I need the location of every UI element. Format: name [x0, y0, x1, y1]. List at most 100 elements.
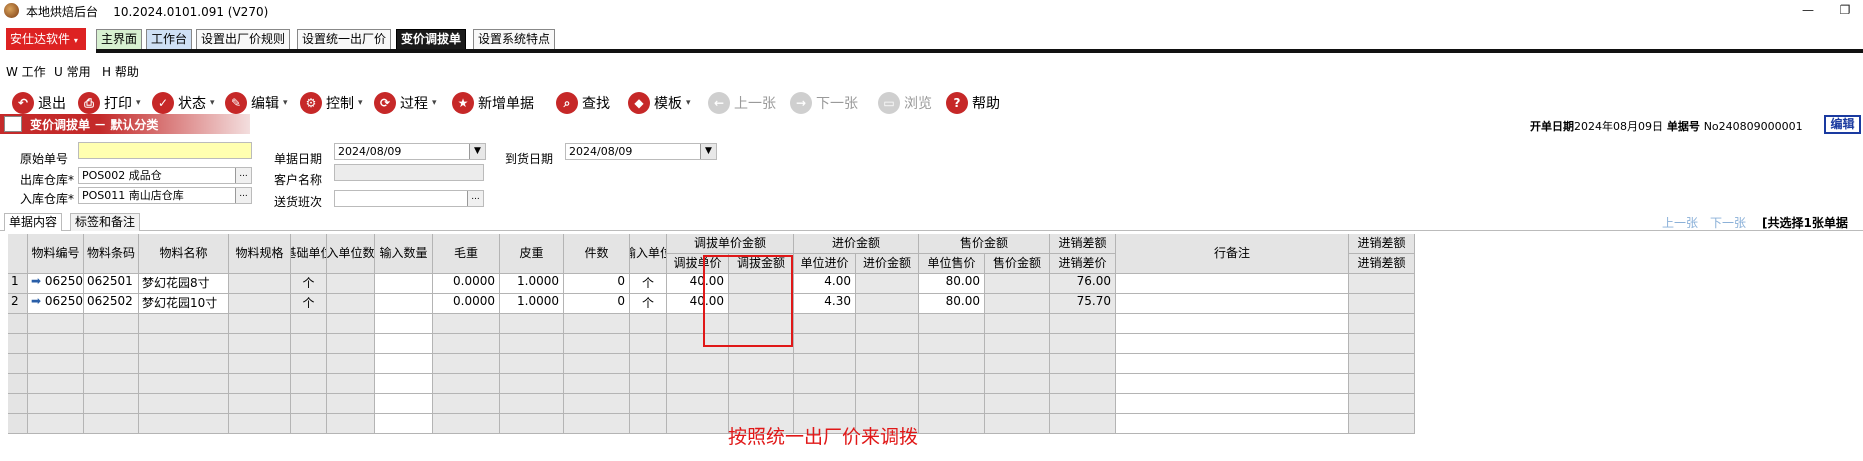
grid-cell-tare[interactable]	[500, 394, 564, 414]
toolbar-button-10[interactable]: → 下一张	[790, 90, 858, 116]
grid-cell-s_amount[interactable]	[985, 374, 1050, 394]
toolbar-button-6[interactable]: ★ 新增单据	[452, 90, 534, 116]
grid-cell-name[interactable]: 梦幻花园8寸	[139, 274, 229, 294]
grid-cell-p_amount[interactable]	[856, 394, 919, 414]
grid-cell-s_price[interactable]	[919, 374, 985, 394]
goto-arrow-icon[interactable]: ➡	[31, 274, 45, 288]
grid-cell-base_unit[interactable]	[291, 394, 327, 414]
grid-cell-gross[interactable]	[433, 374, 500, 394]
grid-cell-p_amount[interactable]	[856, 374, 919, 394]
grid-cell-in_unit[interactable]	[630, 374, 667, 394]
column-header-base_unit[interactable]: 基础单位	[291, 234, 327, 274]
grid-cell-p_amount[interactable]	[856, 274, 919, 294]
column-header-name[interactable]: 物料名称	[139, 234, 229, 274]
in-warehouse-field[interactable]: POS011 南山店仓库...	[78, 187, 252, 204]
grid-cell-base_unit[interactable]	[291, 414, 327, 434]
grid-cell-in_qty[interactable]	[375, 334, 433, 354]
toolbar-button-9[interactable]: ← 上一张	[708, 90, 776, 116]
menu-common[interactable]: U 常用	[54, 63, 91, 80]
toolbar-button-7[interactable]: ⌕ 查找	[556, 90, 610, 116]
column-header-pieces[interactable]: 件数	[564, 234, 630, 274]
grid-cell-s_amount[interactable]	[985, 354, 1050, 374]
grid-cell-s_price[interactable]	[919, 414, 985, 434]
grid-cell-in_qty[interactable]	[375, 414, 433, 434]
column-header-gross[interactable]: 毛重	[433, 234, 500, 274]
grid-cell-remark[interactable]	[1116, 314, 1349, 334]
grid-cell-p_amount[interactable]	[856, 354, 919, 374]
grid-cell-tare[interactable]: 1.0000	[500, 274, 564, 294]
grid-cell-item_code[interactable]	[28, 394, 84, 414]
toolbar-button-11[interactable]: ▭ 浏览	[878, 90, 932, 116]
grid-cell-gross[interactable]	[433, 414, 500, 434]
grid-cell-p_price[interactable]	[794, 354, 856, 374]
grid-cell-p_price[interactable]	[794, 374, 856, 394]
grid-cell-p_price[interactable]: 4.30	[794, 294, 856, 314]
grid-cell-pieces[interactable]: 0	[564, 294, 630, 314]
column-header-diff_amount[interactable]: 进销差额	[1349, 254, 1415, 274]
grid-cell-diff_price[interactable]	[1050, 354, 1116, 374]
grid-cell-diff_price[interactable]: 75.70	[1050, 294, 1116, 314]
grid-cell-item_code[interactable]	[28, 314, 84, 334]
grid-cell-gross[interactable]	[433, 354, 500, 374]
out-warehouse-browse-button[interactable]: ...	[235, 168, 251, 183]
toolbar-button-8[interactable]: ◆ 模板 ▾	[628, 90, 691, 116]
grid-cell-t_price[interactable]	[667, 394, 729, 414]
grid-cell-base_unit[interactable]: 个	[291, 294, 327, 314]
grid-cell-remark[interactable]	[1116, 334, 1349, 354]
grid-cell-t_amount[interactable]	[729, 354, 794, 374]
grid-cell-p_price[interactable]	[794, 394, 856, 414]
grid-cell-base_unit[interactable]	[291, 314, 327, 334]
grid-cell-tare[interactable]	[500, 374, 564, 394]
tab-workbench[interactable]: 工作台	[146, 29, 193, 50]
menu-help[interactable]: H 帮助	[102, 63, 139, 80]
arrive-date-picker[interactable]: 2024/08/09 ▼	[565, 143, 717, 160]
column-header-in_qty[interactable]: 输入数量	[375, 234, 433, 274]
grid-cell-spec[interactable]	[229, 294, 291, 314]
grid-cell-barcode[interactable]: 062502	[84, 294, 139, 314]
grid-cell-spec[interactable]	[229, 414, 291, 434]
column-header-remark[interactable]: 行备注	[1116, 234, 1349, 274]
column-header-p_price[interactable]: 单位进价	[794, 254, 856, 274]
grid-cell-base_unit[interactable]	[291, 354, 327, 374]
grid-cell-s_amount[interactable]	[985, 294, 1050, 314]
grid-cell-barcode[interactable]	[84, 394, 139, 414]
grid-cell-in_unit[interactable]: 个	[630, 294, 667, 314]
grid-cell-remark[interactable]	[1116, 294, 1349, 314]
tab-main[interactable]: 主界面	[96, 29, 143, 50]
grid-cell-pieces[interactable]	[564, 374, 630, 394]
grid-cell-gross[interactable]	[433, 334, 500, 354]
grid-cell-ref_qty[interactable]	[327, 334, 375, 354]
grid-cell-s_price[interactable]	[919, 394, 985, 414]
column-header-in_unit[interactable]: 输入单位	[630, 234, 667, 274]
grid-cell-spec[interactable]	[229, 394, 291, 414]
grid-cell-p_amount[interactable]	[856, 314, 919, 334]
grid-cell-barcode[interactable]	[84, 334, 139, 354]
restore-icon[interactable]: ❐	[1830, 0, 1860, 22]
grid-cell-remark[interactable]	[1116, 354, 1349, 374]
grid-cell-t_amount[interactable]	[729, 374, 794, 394]
tab-tags-notes[interactable]: 标签和备注	[70, 213, 141, 231]
grid-cell-item_code[interactable]: ➡ 062501	[28, 274, 84, 294]
grid-cell-pieces[interactable]: 0	[564, 274, 630, 294]
tab-unified-factory-price[interactable]: 设置统一出厂价	[297, 29, 392, 50]
grid-cell-item_code[interactable]	[28, 374, 84, 394]
grid-cell-ref_qty[interactable]	[327, 294, 375, 314]
grid-cell-diff_amount[interactable]	[1349, 294, 1415, 314]
orig-no-input[interactable]	[78, 142, 252, 159]
grid-cell-diff_price[interactable]	[1050, 394, 1116, 414]
grid-cell-in_unit[interactable]	[630, 414, 667, 434]
grid-cell-diff_amount[interactable]	[1349, 274, 1415, 294]
grid-cell-name[interactable]	[139, 334, 229, 354]
grid-cell-base_unit[interactable]	[291, 374, 327, 394]
column-header-s_amount[interactable]: 售价金额	[985, 254, 1050, 274]
grid-cell-barcode[interactable]	[84, 314, 139, 334]
grid-cell-t_amount[interactable]	[729, 394, 794, 414]
grid-cell-in_unit[interactable]	[630, 334, 667, 354]
grid-cell-in_unit[interactable]	[630, 314, 667, 334]
toolbar-button-5[interactable]: ⟳ 过程 ▾	[374, 90, 437, 116]
grid-cell-diff_amount[interactable]	[1349, 394, 1415, 414]
grid-cell-s_amount[interactable]	[985, 334, 1050, 354]
grid-cell-item_code[interactable]: ➡ 062502	[28, 294, 84, 314]
grid-cell-tare[interactable]	[500, 314, 564, 334]
grid-cell-remark[interactable]	[1116, 274, 1349, 294]
